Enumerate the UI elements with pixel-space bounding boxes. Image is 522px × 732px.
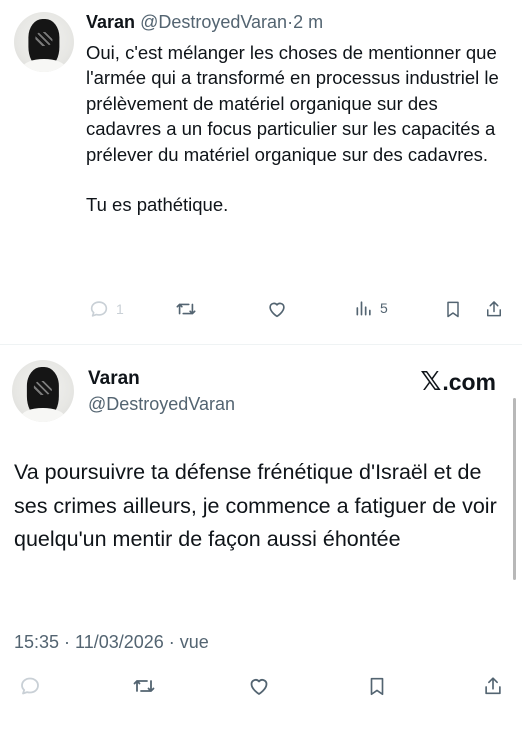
tweet-action-bar: [0, 674, 522, 704]
reply-text: Oui, c'est mélanger les choses de mentio…: [86, 40, 511, 217]
reply-paragraph-1: Oui, c'est mélanger les choses de mentio…: [86, 42, 499, 165]
bookmark-button[interactable]: [443, 298, 463, 320]
x-com-text: .com: [442, 369, 496, 395]
reply-header: Varan @DestroyedVaran·2 m: [86, 12, 323, 33]
divider: [0, 344, 522, 345]
tweet-reply-button[interactable]: [18, 674, 42, 698]
tweet-like-button[interactable]: [246, 674, 272, 698]
tweet-author-handle[interactable]: @DestroyedVaran: [88, 394, 235, 415]
retweet-button[interactable]: [174, 298, 198, 320]
retweet-icon: [176, 303, 196, 315]
x-com-logo: 𝕏.com: [420, 366, 496, 397]
views-count: 5: [380, 300, 388, 316]
views-button[interactable]: 5: [354, 298, 388, 318]
reply-author-name[interactable]: Varan: [86, 12, 135, 32]
x-logo-icon: 𝕏: [420, 366, 442, 396]
reply-paragraph-2: Tu es pathétique.: [86, 194, 229, 216]
like-button[interactable]: [265, 298, 289, 320]
heart-icon: [250, 679, 268, 695]
retweet-icon: [133, 680, 155, 692]
reply-icon: [21, 677, 39, 695]
share-icon: [487, 301, 501, 317]
tweet-retweet-button[interactable]: [131, 674, 157, 698]
bookmark-icon: [370, 677, 384, 696]
tweet-avatar[interactable]: [12, 360, 74, 422]
tweet-text: Va poursuivre ta défense frénétique d'Is…: [14, 460, 497, 551]
tweet-share-button[interactable]: [482, 674, 504, 698]
reply-button[interactable]: 1: [88, 298, 124, 320]
scrollbar[interactable]: [513, 398, 516, 580]
reply-author-handle[interactable]: @DestroyedVaran: [140, 12, 287, 32]
reply-icon: [90, 301, 108, 317]
tweet-timestamp: 15:35 · 11/03/2026 · vue: [14, 632, 209, 652]
reply-count: 1: [116, 301, 124, 317]
tweet-bookmark-button[interactable]: [366, 674, 388, 698]
share-icon: [485, 677, 501, 695]
bookmark-icon: [447, 301, 459, 318]
reply-avatar[interactable]: [14, 12, 74, 72]
share-button[interactable]: [484, 298, 504, 320]
reply-action-bar: 1 5: [0, 298, 522, 328]
tweet-author-name[interactable]: Varan: [88, 368, 140, 390]
views-icon: [356, 301, 371, 316]
reply-time[interactable]: 2 m: [293, 12, 323, 32]
heart-icon: [269, 302, 285, 318]
